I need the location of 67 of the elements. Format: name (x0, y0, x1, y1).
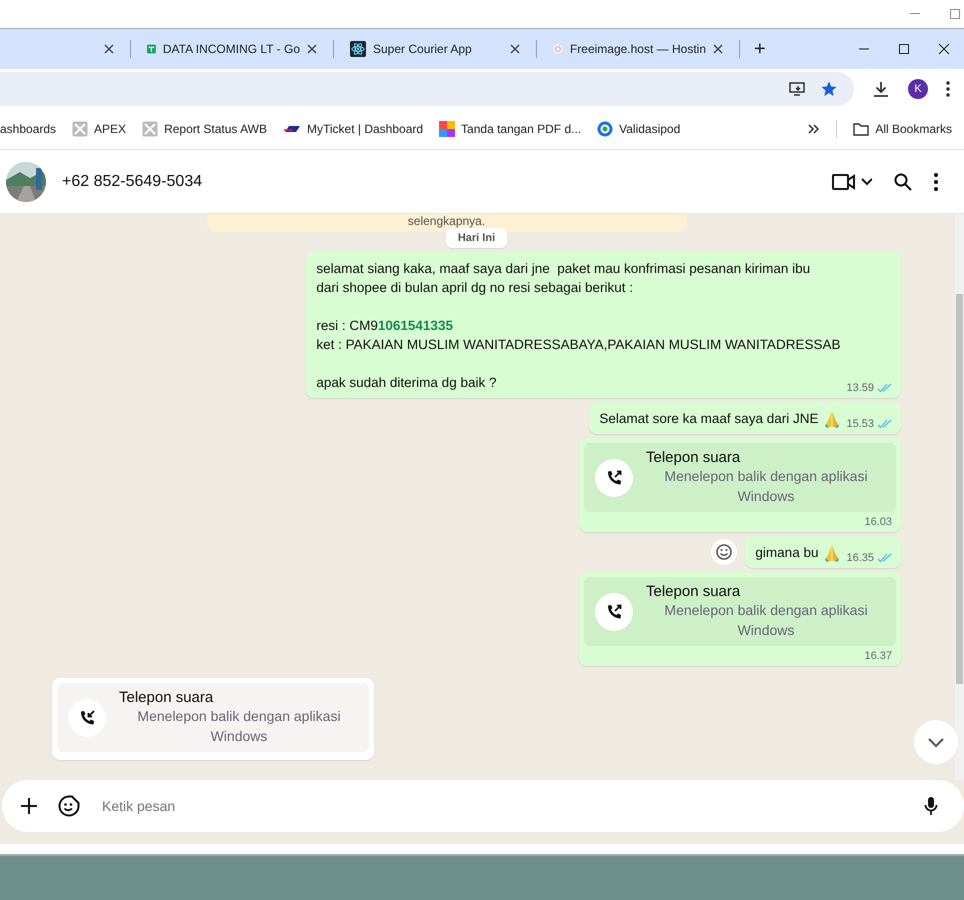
close-icon[interactable] (713, 44, 723, 54)
bookmark-icon (72, 121, 88, 137)
close-icon[interactable] (104, 44, 114, 54)
call-card[interactable]: Telepon suara Menelepon balik dengan aplikasi Windows (584, 443, 896, 512)
message-text: selamat siang kaka, maaf saya dari jne paket mau konfrimasi pesanan kiriman ibu dari shopee di bulan april dg no resi sebagai berikut : resi : CM91061541335 ket : PAKAIAN MUSLIM WANITADRESSABAYA,PAKAIAN MUSLIM WANITADRESSAB apak sudah diterima dg baik ? (316, 260, 840, 392)
tab-title: Freeimage.host — Hostin (570, 42, 706, 56)
call-subtitle: Menelepon balik dengan aplikasi Windows (663, 601, 869, 640)
incoming-call-icon (67, 698, 107, 738)
maximize-icon[interactable] (898, 43, 910, 55)
message-text: gimana bu (755, 544, 818, 562)
sticker-icon[interactable] (58, 795, 80, 817)
bookmark-link[interactable]: Validasipod (597, 121, 680, 137)
image-icon (553, 41, 563, 57)
microphone-icon[interactable] (924, 796, 938, 816)
message-time: 13.59 (846, 382, 874, 394)
bookmark-link[interactable]: Tanda tangan PDF d... (439, 121, 582, 137)
bookmarks-folder[interactable]: All Bookmarks (853, 122, 952, 136)
new-tab-button[interactable]: + (748, 38, 772, 60)
bookmark-link[interactable]: ashboards (0, 122, 56, 136)
profile-avatar[interactable]: K (908, 79, 928, 99)
bookmark-icon (283, 124, 301, 134)
message-time: 15.53 (846, 418, 874, 430)
call-title: Telepon suara (119, 689, 214, 706)
call-card[interactable]: Telepon suara Menelepon balik dengan aplikasi Windows (584, 577, 896, 646)
scrollbar[interactable] (955, 214, 964, 780)
bookmark-icon (597, 121, 614, 137)
bookmark-icon (439, 121, 456, 137)
install-app-icon[interactable] (788, 80, 806, 98)
video-call-icon[interactable] (832, 172, 872, 190)
date-label: Hari Ini (446, 228, 508, 248)
message-input[interactable]: Ketik pesan (100, 797, 904, 815)
message-field[interactable]: Ketik pesan (2, 780, 964, 832)
atom-icon (350, 41, 366, 57)
browser-tab[interactable]: Super Courier App (342, 33, 528, 65)
call-card[interactable]: Telepon suara Menelepon balik dengan aplikasi Windows (57, 683, 369, 752)
plus-icon[interactable] (20, 797, 38, 815)
close-icon[interactable] (307, 44, 317, 54)
call-title: Telepon suara (646, 583, 742, 600)
browser-tab[interactable]: Freeimage.host — Hostin (545, 33, 731, 65)
more-icon[interactable] (946, 81, 950, 97)
bookmark-icon (142, 121, 158, 137)
star-icon[interactable] (820, 80, 838, 98)
bookmark-link[interactable]: MyTicket | Dashboard (283, 122, 424, 136)
message-time: 16.03 (864, 516, 893, 528)
message-time: 16.37 (864, 650, 893, 662)
contact-name[interactable]: +62 852-5649-5034 (62, 172, 202, 190)
message-text: Selamat sore ka maaf saya dari JNE (599, 410, 818, 428)
call-title: Telepon suara (646, 449, 742, 466)
close-icon[interactable] (510, 44, 520, 54)
call-subtitle: Menelepon balik dengan aplikasi Windows (136, 707, 342, 746)
search-icon[interactable] (894, 172, 912, 190)
chevron-icon[interactable] (808, 124, 820, 134)
outgoing-call-icon (594, 458, 634, 498)
bookmark-link[interactable]: Report Status AWB (142, 121, 267, 137)
outgoing-call-icon (594, 592, 634, 632)
message-text: selengkapnya. (408, 214, 486, 228)
close-icon[interactable] (938, 43, 950, 55)
call-subtitle: Menelepon balik dengan aplikasi Windows (663, 467, 869, 506)
menu-icon[interactable] (934, 172, 938, 190)
bookmark-link[interactable]: APEX (72, 121, 126, 137)
tab-title: DATA INCOMING LT - Go (162, 42, 300, 56)
folder-icon (853, 122, 870, 136)
tab-title: Super Courier App (373, 42, 473, 56)
download-icon[interactable] (872, 80, 890, 98)
emoji-icon[interactable] (711, 539, 738, 565)
browser-tab[interactable]: DATA INCOMING LT - Go (139, 33, 325, 65)
message-time: 16.35 (846, 552, 874, 564)
